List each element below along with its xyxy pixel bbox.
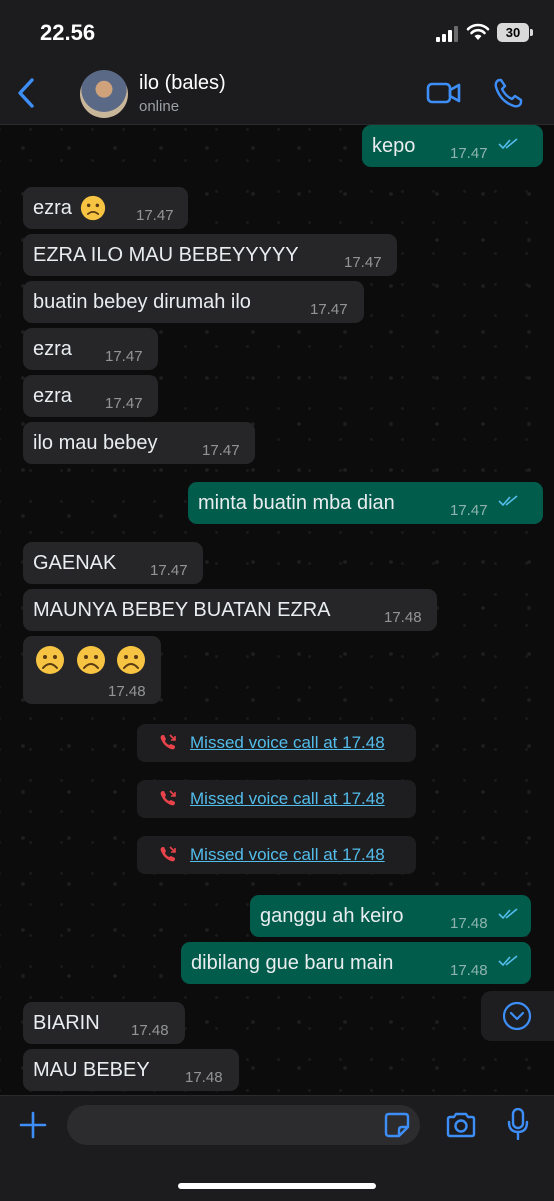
message-text: ezra: [33, 338, 72, 360]
composer-bar: [0, 1095, 554, 1201]
message-time: 17.48: [450, 915, 488, 932]
battery-icon: 30: [497, 23, 533, 42]
message-incoming[interactable]: GAENAK 17.47: [23, 542, 203, 584]
message-time: 17.47: [105, 348, 143, 365]
message-incoming[interactable]: BIARIN 17.48: [23, 1002, 185, 1044]
message-time: 17.48: [384, 609, 422, 626]
message-time: 17.48: [185, 1069, 223, 1086]
message-text: minta buatin mba dian: [198, 492, 395, 514]
cellular-signal-icon: [436, 26, 458, 42]
message-incoming[interactable]: buatin bebey dirumah ilo 17.47: [23, 281, 364, 323]
missed-call-text[interactable]: Missed voice call at 17.48: [190, 724, 385, 762]
missed-call-icon: [160, 846, 176, 862]
message-incoming[interactable]: MAU BEBEY 17.48: [23, 1049, 239, 1091]
missed-call-notice[interactable]: Missed voice call at 17.48: [137, 780, 416, 818]
message-outgoing[interactable]: kepo 17.47: [362, 125, 543, 167]
double-check-icon: [498, 138, 518, 150]
sticker-icon[interactable]: [384, 1112, 410, 1138]
missed-call-icon: [160, 790, 176, 806]
message-list[interactable]: kepo 17.47 ezra 17.47 EZRA ILO MAU BEBEY…: [0, 125, 554, 1095]
message-outgoing[interactable]: dibilang gue baru main 17.48: [181, 942, 531, 984]
missed-call-icon: [160, 734, 176, 750]
chevron-left-icon[interactable]: [12, 76, 40, 110]
message-incoming[interactable]: ezra 17.47: [23, 328, 158, 370]
message-incoming[interactable]: ilo mau bebey 17.47: [23, 422, 255, 464]
missed-call-notice[interactable]: Missed voice call at 17.48: [137, 724, 416, 762]
message-time: 17.47: [105, 395, 143, 412]
message-text: ezra: [33, 385, 72, 407]
home-indicator: [178, 1183, 376, 1189]
message-outgoing[interactable]: ganggu ah keiro 17.48: [250, 895, 531, 937]
message-text: ganggu ah keiro: [260, 905, 404, 927]
contact-avatar[interactable]: [80, 70, 128, 118]
double-check-icon: [498, 908, 518, 920]
message-text: BIARIN: [33, 1012, 100, 1034]
missed-call-text[interactable]: Missed voice call at 17.48: [190, 780, 385, 818]
message-text: ezra: [33, 197, 72, 219]
video-camera-icon[interactable]: [426, 79, 462, 107]
frowning-face-icon: [36, 646, 64, 674]
slightly-frowning-face-icon: [80, 195, 106, 221]
plus-icon[interactable]: [18, 1110, 48, 1140]
message-time: 17.47: [310, 301, 348, 318]
frowning-face-icon: [117, 646, 145, 674]
status-time: 22.56: [40, 20, 96, 45]
double-check-icon: [498, 955, 518, 967]
status-bar: 22.56 30: [0, 0, 554, 62]
phone-icon[interactable]: [493, 77, 523, 109]
message-text: dibilang gue baru main: [191, 952, 394, 974]
message-time: 17.47: [202, 442, 240, 459]
message-text: MAU BEBEY: [33, 1059, 150, 1081]
message-time: 17.47: [344, 254, 382, 271]
message-incoming[interactable]: ezra 17.47: [23, 187, 188, 229]
message-time: 17.47: [450, 145, 488, 162]
battery-level: 30: [505, 25, 521, 40]
message-time: 17.48: [450, 962, 488, 979]
double-check-icon: [498, 495, 518, 507]
frowning-face-icon: [77, 646, 105, 674]
contact-name[interactable]: ilo (bales): [139, 72, 226, 95]
message-text: GAENAK: [33, 552, 117, 574]
wifi-icon: [466, 23, 490, 40]
message-time: 17.47: [136, 207, 174, 224]
message-time: 17.48: [131, 1022, 169, 1039]
message-incoming[interactable]: MAUNYA BEBEY BUATAN EZRA 17.48: [23, 589, 437, 631]
camera-icon[interactable]: [445, 1112, 477, 1138]
message-time: 17.48: [108, 683, 146, 700]
message-text: ilo mau bebey: [33, 432, 158, 454]
missed-call-text[interactable]: Missed voice call at 17.48: [190, 836, 385, 874]
chat-header: ilo (bales) online: [0, 62, 554, 125]
missed-call-notice[interactable]: Missed voice call at 17.48: [137, 836, 416, 874]
contact-status: online: [139, 98, 180, 115]
message-incoming[interactable]: ezra 17.47: [23, 375, 158, 417]
message-outgoing[interactable]: minta buatin mba dian 17.47: [188, 482, 543, 524]
message-incoming[interactable]: 17.48: [23, 636, 161, 704]
message-text: EZRA ILO MAU BEBEYYYYY: [33, 244, 299, 266]
chevron-down-circle-icon: [502, 1001, 532, 1031]
message-text: buatin bebey dirumah ilo: [33, 291, 251, 313]
message-input[interactable]: [67, 1105, 420, 1145]
scroll-to-bottom-button[interactable]: [481, 991, 554, 1041]
message-time: 17.47: [150, 562, 188, 579]
microphone-icon[interactable]: [507, 1108, 529, 1140]
message-text: kepo: [372, 135, 416, 157]
message-time: 17.47: [450, 502, 488, 519]
message-incoming[interactable]: EZRA ILO MAU BEBEYYYYY 17.47: [23, 234, 397, 276]
message-text: MAUNYA BEBEY BUATAN EZRA: [33, 599, 331, 621]
